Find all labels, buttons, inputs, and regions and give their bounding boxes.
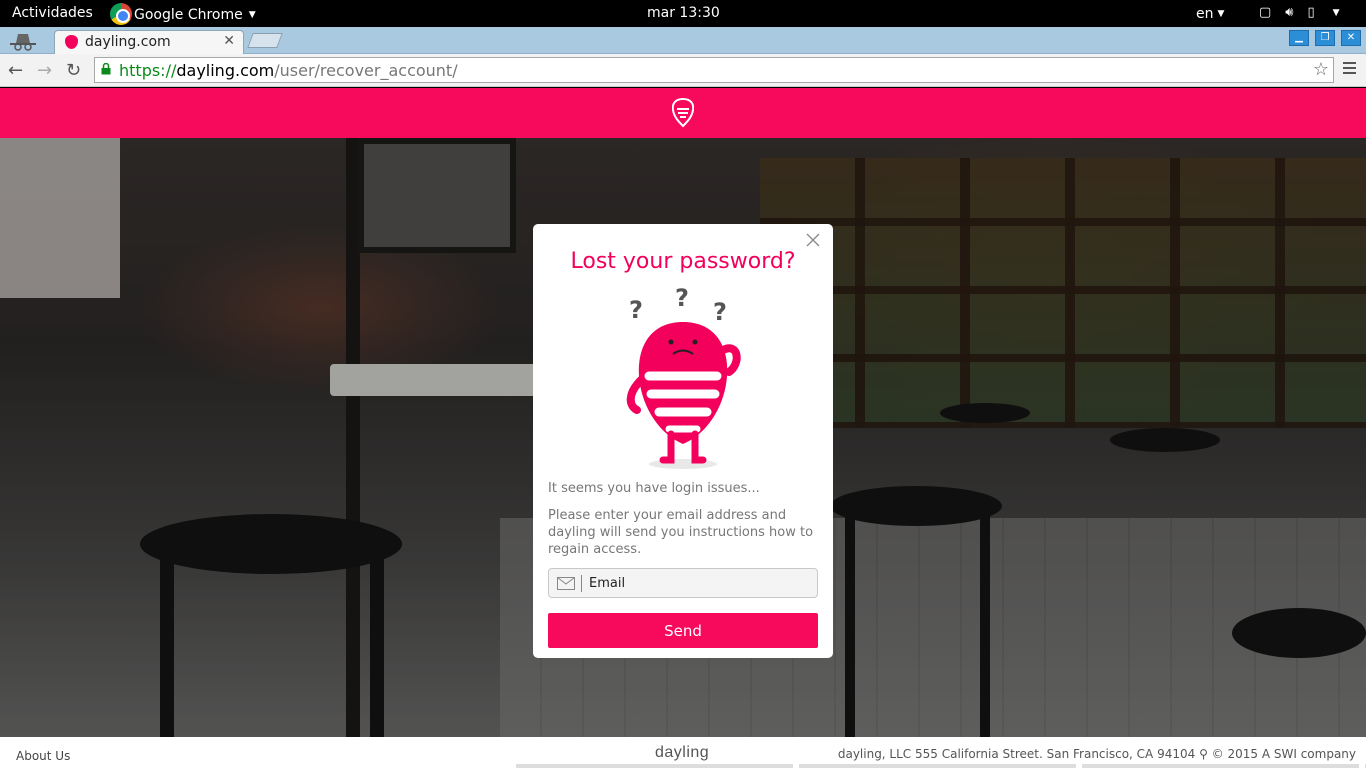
maximize-icon[interactable]: ❐: [1315, 30, 1335, 46]
svg-text:?: ?: [713, 298, 727, 326]
language-selector[interactable]: en ▼: [1196, 6, 1224, 22]
page-footer: About Us dayling dayling, LLC 555 Califo…: [0, 737, 1366, 768]
system-tray[interactable]: ▢ 🔊︎ ▯ ▼: [1259, 5, 1340, 20]
recover-password-modal: Lost your password? ? ? ? It seems you h…: [533, 224, 833, 658]
email-field[interactable]: [548, 568, 818, 598]
chevron-down-icon: ▼: [1217, 9, 1225, 19]
legal-text: dayling, LLC 555 California Street. San …: [837, 747, 1356, 761]
dayling-logo-icon[interactable]: [672, 98, 694, 128]
dayling-favicon-icon: [65, 35, 78, 49]
chevron-down-icon: ▼: [248, 10, 256, 20]
close-icon[interactable]: [805, 232, 821, 248]
envelope-icon: [557, 577, 575, 590]
minimize-icon[interactable]: ▁: [1289, 30, 1309, 46]
close-tab-icon[interactable]: ✕: [223, 33, 235, 49]
footer-strip: [516, 764, 1366, 768]
lock-icon: [101, 63, 111, 75]
svg-text:?: ?: [629, 296, 643, 324]
hamburger-menu-icon[interactable]: [1343, 62, 1356, 77]
confused-mascot-illustration: ? ? ?: [626, 284, 741, 469]
window-icon: ▢: [1259, 5, 1272, 20]
language-label: en: [1196, 6, 1214, 22]
tab-title: dayling.com: [85, 34, 171, 50]
instructions-text: Please enter your email address and dayl…: [548, 508, 814, 557]
url-text: https://dayling.com/user/recover_account…: [119, 61, 458, 80]
close-window-icon[interactable]: ✕: [1341, 30, 1361, 46]
incognito-icon: [10, 34, 36, 51]
address-bar[interactable]: https://dayling.com/user/recover_account…: [94, 57, 1334, 83]
chrome-logo-icon: [110, 3, 132, 25]
about-us-link[interactable]: About Us: [16, 749, 70, 763]
login-issues-text: It seems you have login issues...: [548, 481, 760, 496]
clock[interactable]: mar 13:30: [647, 5, 720, 21]
footer-logo[interactable]: dayling: [655, 744, 709, 762]
tab-strip: dayling.com ✕ ▁ ❐ ✕: [0, 27, 1366, 54]
activities-button[interactable]: Actividades: [12, 5, 93, 21]
reload-icon[interactable]: ↻: [66, 60, 81, 81]
tab-dayling[interactable]: dayling.com ✕: [54, 30, 244, 54]
app-menu[interactable]: Google Chrome ▼: [110, 3, 256, 25]
battery-icon: ▯: [1307, 5, 1315, 20]
chevron-down-icon: ▼: [1332, 7, 1340, 18]
new-tab-button[interactable]: [247, 33, 283, 48]
back-arrow-icon[interactable]: ←: [8, 60, 23, 81]
send-button[interactable]: Send: [548, 613, 818, 648]
system-top-bar: Actividades Google Chrome ▼ mar 13:30 en…: [0, 0, 1366, 27]
header-bar: [0, 88, 1366, 138]
browser-toolbar: ← → ↻ https://dayling.com/user/recover_a…: [0, 54, 1366, 87]
bookmark-star-icon[interactable]: ☆: [1313, 59, 1329, 80]
volume-icon: 🔊︎: [1285, 5, 1294, 20]
email-input[interactable]: [589, 573, 811, 593]
forward-arrow-icon[interactable]: →: [37, 60, 52, 81]
modal-title: Lost your password?: [570, 249, 796, 274]
app-name: Google Chrome: [134, 7, 243, 23]
web-page: Lost your password? ? ? ? It seems you h…: [0, 88, 1366, 768]
field-separator: [581, 575, 582, 592]
svg-text:?: ?: [675, 284, 689, 312]
